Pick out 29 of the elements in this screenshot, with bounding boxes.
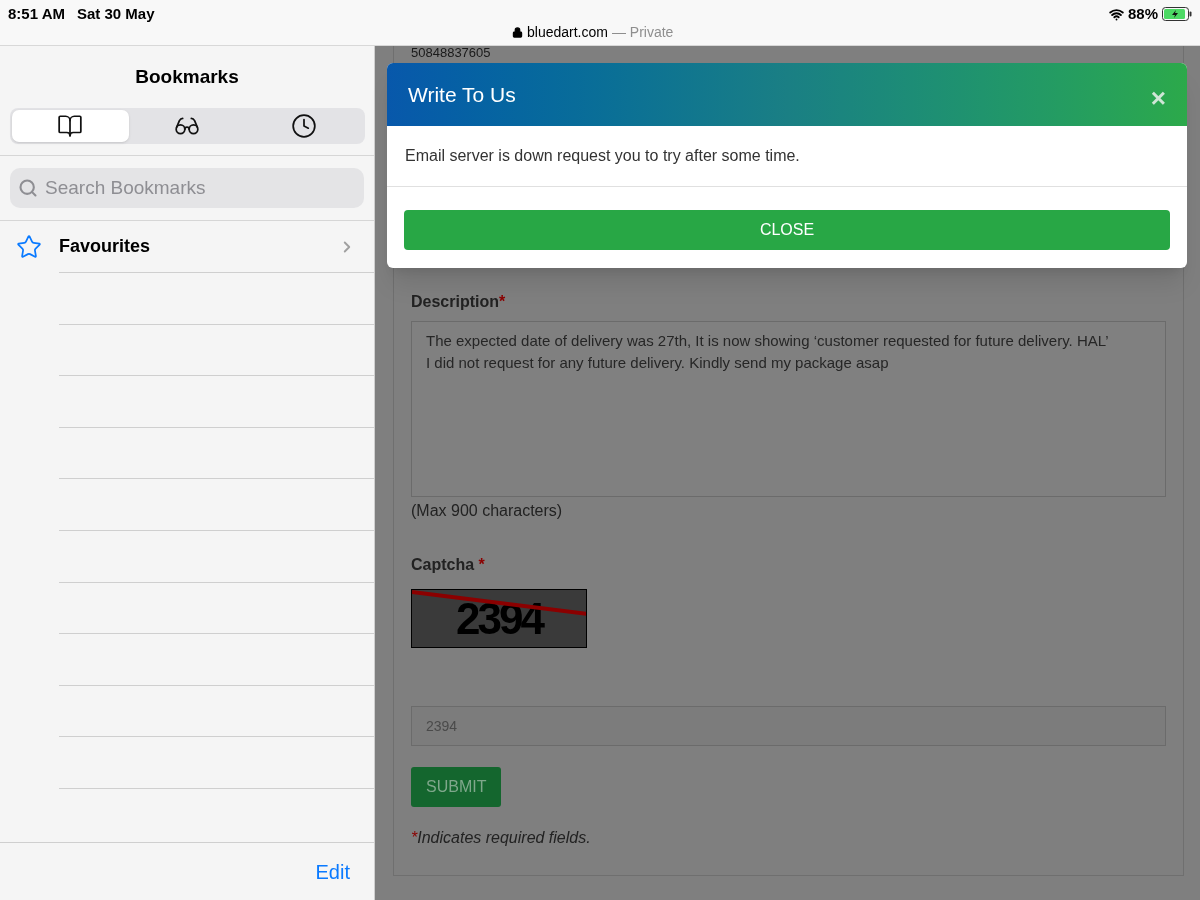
edit-button[interactable]: Edit	[315, 856, 350, 887]
search-field[interactable]: Search Bookmarks	[10, 168, 364, 208]
lock-icon	[512, 27, 523, 38]
clock-icon	[291, 112, 317, 139]
tracking-number: 50848837605	[411, 46, 492, 60]
private-mode-label: — Private	[611, 23, 674, 42]
wifi-icon	[1108, 6, 1124, 22]
sidebar-title: Bookmarks	[135, 65, 239, 89]
battery-percent: 88%	[1127, 4, 1158, 24]
dialog-message: Email server is down request you to try after some time.	[405, 146, 800, 166]
description-textarea[interactable]: The expected date of delivery was 27th, It is now showing ‘customer requested for future delivery. HAL’ I did not request for any future delivery. Kindly send my package asap	[411, 321, 1166, 497]
max-characters-hint: (Max 900 characters)	[411, 501, 564, 521]
captcha-label: Captcha *	[411, 555, 486, 575]
status-date: Sat 30 May	[77, 4, 155, 24]
bookmark-row[interactable]: Favourites	[0, 221, 374, 272]
submit-button[interactable]: SUBMIT	[411, 767, 502, 807]
bookmark-label: Favourites	[59, 235, 152, 258]
book-icon	[57, 112, 83, 139]
search-icon	[18, 178, 38, 198]
description-label: Description*	[411, 292, 507, 312]
segment-tab[interactable]	[11, 109, 129, 142]
close-button[interactable]: CLOSE	[404, 210, 1170, 250]
captcha-image: 2394	[411, 589, 587, 648]
battery-icon	[1162, 7, 1192, 22]
star-icon	[16, 233, 42, 260]
address-url[interactable]: bluedart.com	[527, 22, 608, 43]
required-fields-note: *Indicates required fields.	[411, 828, 592, 848]
status-time: 8:51 AM	[8, 4, 65, 24]
dialog-title: Write To Us	[408, 81, 516, 108]
